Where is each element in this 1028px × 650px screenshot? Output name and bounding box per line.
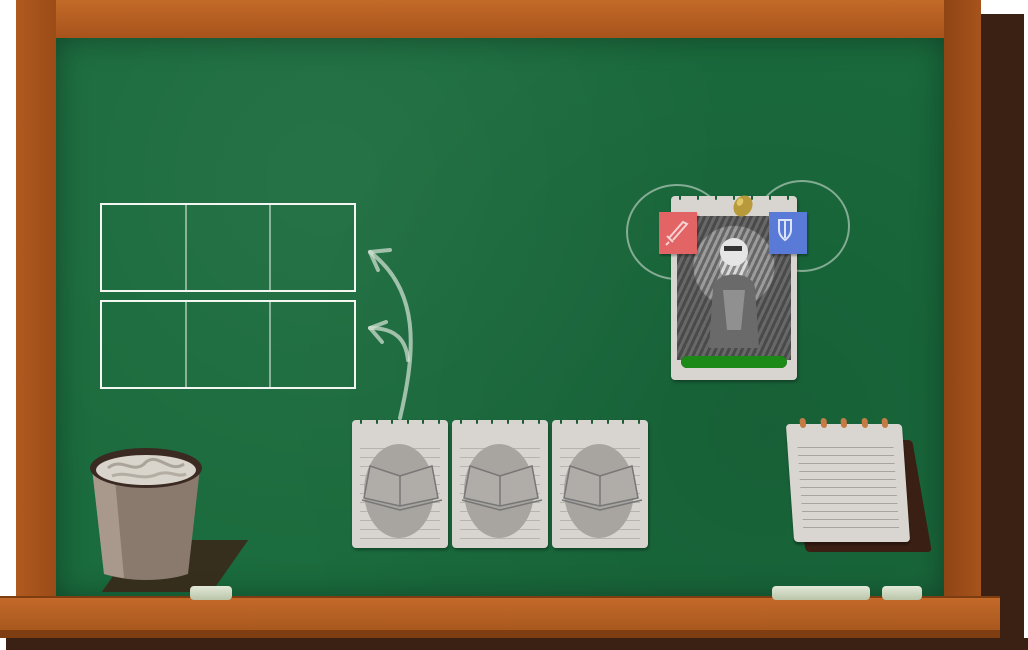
chalk-tray-edge <box>0 630 1000 638</box>
chalk-tray-shadow <box>6 638 1028 650</box>
board-frame-top <box>16 0 981 38</box>
hand-card-1[interactable] <box>352 420 448 548</box>
chalk-piece <box>772 586 870 600</box>
defense-badge <box>769 212 807 254</box>
hero-figure-icon <box>709 238 759 348</box>
notepad-icon[interactable] <box>785 418 911 542</box>
sword-icon <box>665 220 689 246</box>
board-frame-left <box>16 0 56 608</box>
board-slot[interactable] <box>102 302 187 387</box>
board-row-bottom <box>100 300 356 389</box>
open-book-icon <box>461 465 543 511</box>
chalk-piece <box>882 586 922 600</box>
hand-card-2[interactable] <box>452 420 548 548</box>
attack-badge <box>659 212 697 254</box>
open-book-icon <box>561 465 643 511</box>
open-book-icon <box>361 465 443 511</box>
hand-card-3[interactable] <box>552 420 648 548</box>
shield-icon <box>778 219 792 242</box>
chalk-piece <box>190 586 232 600</box>
hero-health-fill <box>681 356 787 368</box>
hero-health-bar <box>681 356 787 368</box>
board-slot[interactable] <box>271 205 354 290</box>
pin-icon <box>733 195 753 217</box>
board-row-top <box>100 203 356 292</box>
chalk-arrows <box>368 248 413 420</box>
trash-bin-icon[interactable] <box>88 446 204 580</box>
board-slot[interactable] <box>102 205 187 290</box>
board-slot[interactable] <box>271 302 354 387</box>
board-slot[interactable] <box>187 302 272 387</box>
board-slot[interactable] <box>187 205 272 290</box>
board-frame-right <box>944 0 981 608</box>
